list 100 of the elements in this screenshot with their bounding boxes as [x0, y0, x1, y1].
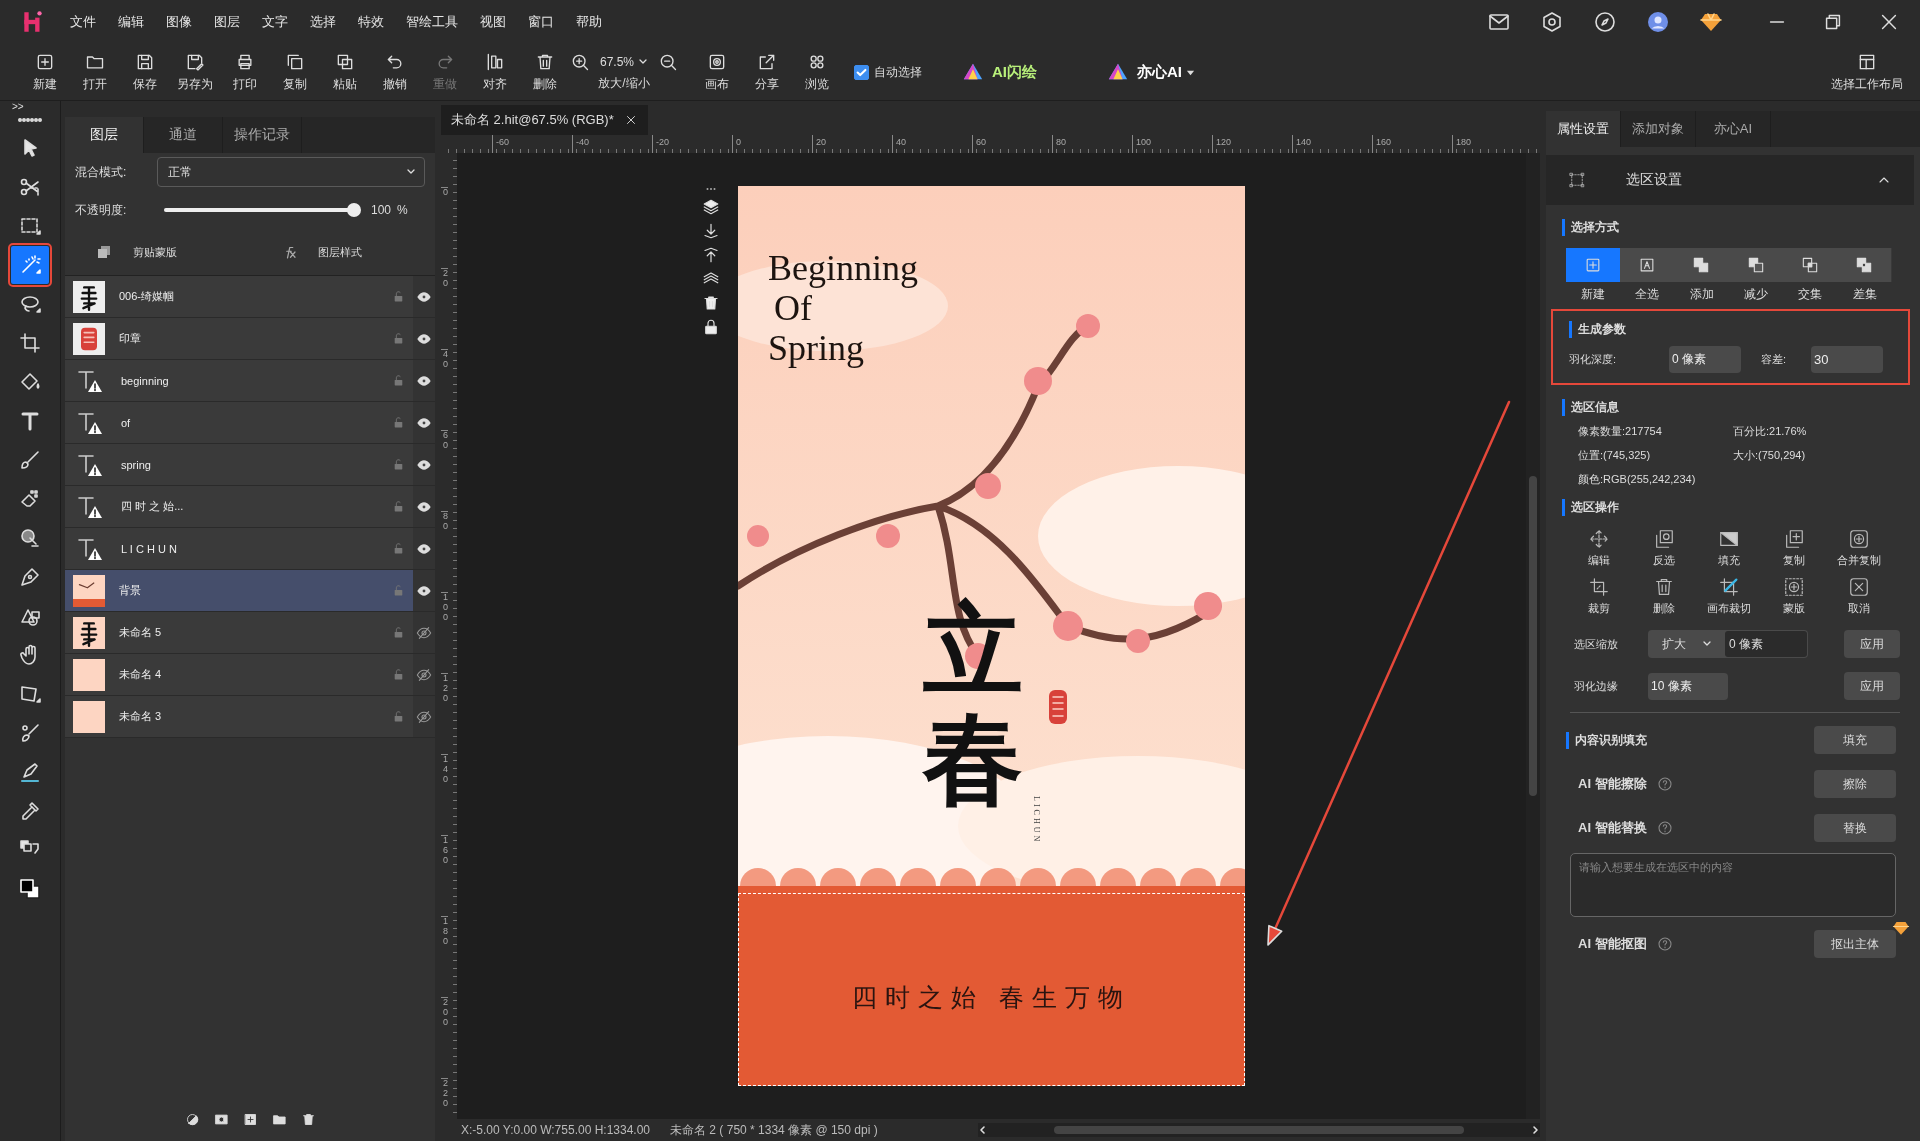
selection-action-button[interactable]: 复制: [1761, 528, 1826, 568]
selection-mode-button[interactable]: [1837, 248, 1893, 282]
layer-row[interactable]: of: [65, 402, 435, 444]
panel-tab[interactable]: 添加对象: [1621, 111, 1696, 147]
auto-select-checkbox[interactable]: 自动选择: [854, 63, 923, 81]
layers-icon[interactable]: [702, 198, 720, 216]
help-icon[interactable]: [1656, 776, 1673, 792]
apply-button[interactable]: 应用: [1844, 630, 1900, 658]
avatar-icon[interactable]: [1646, 10, 1670, 34]
menu-item[interactable]: 图层: [214, 13, 240, 31]
selection-action-button[interactable]: 合并复制: [1826, 528, 1891, 568]
layer-style-button[interactable]: 图层样式: [250, 243, 435, 261]
toolbar-button[interactable]: 保存: [120, 51, 170, 93]
folder-icon[interactable]: [271, 1112, 287, 1127]
apply-button[interactable]: 应用: [1844, 672, 1900, 700]
selection-action-button[interactable]: 裁剪: [1566, 576, 1631, 616]
trash-icon[interactable]: [702, 294, 720, 312]
feather-edge-field[interactable]: 10 像素: [1648, 672, 1728, 700]
help-icon[interactable]: [1656, 936, 1673, 952]
ai-flash-button[interactable]: AI闪绘: [962, 61, 1038, 83]
menu-item[interactable]: 选择: [310, 13, 336, 31]
chevron-right-icon[interactable]: [1530, 1125, 1540, 1135]
selection-action-button[interactable]: 蒙版: [1761, 576, 1826, 616]
toolbar-button[interactable]: 打印: [220, 51, 270, 93]
toolbar-button[interactable]: 粘贴: [320, 51, 370, 93]
panel-tab[interactable]: 属性设置: [1546, 111, 1621, 147]
selection-action-button[interactable]: 反选: [1631, 528, 1696, 568]
layer-row[interactable]: 未命名 5: [65, 612, 435, 654]
toolbar-button[interactable]: 分享: [742, 51, 793, 93]
workspace-layout-button[interactable]: 选择工作布局: [1822, 51, 1912, 93]
zoom-dropdown[interactable]: 67.5%: [600, 55, 649, 69]
section-header[interactable]: 选区设置: [1546, 155, 1914, 205]
layer-row[interactable]: 背景: [65, 570, 435, 612]
selection-mode-button[interactable]: [1565, 248, 1621, 282]
layer-row[interactable]: L I C H U N: [65, 528, 435, 570]
cutout-button[interactable]: 抠出主体: [1814, 930, 1896, 958]
vertical-scrollbar[interactable]: [1526, 153, 1540, 1119]
zoom-out-icon[interactable]: [658, 52, 679, 72]
toolbar-button[interactable]: 复制: [270, 51, 320, 93]
ai-action-button[interactable]: 擦除: [1814, 770, 1896, 798]
selection-action-button[interactable]: 取消: [1826, 576, 1891, 616]
feather-depth-field[interactable]: 0 像素: [1669, 346, 1741, 373]
toolbar-button[interactable]: 对齐: [470, 51, 520, 93]
add-layer-icon[interactable]: [242, 1112, 258, 1127]
slider-thumb[interactable]: [347, 203, 361, 217]
layer-row[interactable]: beginning: [65, 360, 435, 402]
toolbar-button[interactable]: 删除: [520, 51, 570, 93]
selection-scale-control[interactable]: 扩大 0 像素: [1648, 630, 1808, 658]
toolbar-button[interactable]: 画布: [692, 51, 743, 93]
compass-icon[interactable]: [1593, 10, 1617, 34]
horizontal-scrollbar[interactable]: [977, 1123, 1540, 1137]
layer-row[interactable]: 006-绮媒帼: [65, 276, 435, 318]
document-tab[interactable]: 未命名 2.hit@67.5% (RGB)*: [441, 105, 648, 135]
eye-hidden-icon[interactable]: [416, 666, 432, 683]
toolbar-button[interactable]: 另存为: [170, 51, 220, 93]
selection-mode-button[interactable]: [1619, 248, 1676, 282]
menu-item[interactable]: 编辑: [118, 13, 144, 31]
panel-tab[interactable]: 操作记录: [223, 117, 302, 153]
panel-tab[interactable]: 通道: [144, 117, 223, 153]
menu-item[interactable]: 智绘工具: [406, 13, 458, 31]
selection-action-button[interactable]: 删除: [1631, 576, 1696, 616]
selection-action-button[interactable]: 画布裁切: [1696, 576, 1761, 616]
settings-icon[interactable]: [1540, 10, 1564, 34]
menu-item[interactable]: 帮助: [576, 13, 602, 31]
trash-icon[interactable]: [300, 1112, 316, 1127]
lock-icon[interactable]: [702, 318, 720, 336]
toolbar-button[interactable]: 撤销: [370, 51, 420, 93]
clipping-mask-button[interactable]: 剪贴蒙版: [65, 243, 250, 261]
menu-item[interactable]: 文字: [262, 13, 288, 31]
zoom-in-icon[interactable]: [570, 52, 590, 72]
blend-mode-dropdown[interactable]: 正常: [157, 157, 425, 187]
panel-tab[interactable]: 亦心AI: [1696, 111, 1771, 147]
half-circle-icon[interactable]: [184, 1112, 200, 1127]
layer-row[interactable]: 未命名 3: [65, 696, 435, 738]
mask-icon[interactable]: [213, 1112, 229, 1127]
menu-item[interactable]: 窗口: [528, 13, 554, 31]
menu-item[interactable]: 文件: [70, 13, 96, 31]
layer-row[interactable]: 印章: [65, 318, 435, 360]
ai-assistant-button[interactable]: 亦心AI: [1107, 61, 1196, 83]
prompt-input[interactable]: 请输入想要生成在选区中的内容: [1570, 853, 1896, 917]
layer-row[interactable]: 未命名 4: [65, 654, 435, 696]
help-icon[interactable]: [1656, 820, 1673, 836]
layer-row[interactable]: spring: [65, 444, 435, 486]
eye-hidden-icon[interactable]: [416, 624, 432, 641]
panel-toggle[interactable]: >>: [12, 101, 24, 113]
toolbar-button[interactable]: 打开: [70, 51, 120, 93]
tolerance-field[interactable]: 30: [1811, 346, 1883, 373]
chevron-left-icon[interactable]: [977, 1125, 988, 1135]
menu-item[interactable]: 视图: [480, 13, 506, 31]
eye-hidden-icon[interactable]: [416, 708, 432, 725]
move-down-icon[interactable]: [702, 222, 720, 240]
selection-action-button[interactable]: 编辑: [1566, 528, 1631, 568]
ai-action-button[interactable]: 替换: [1814, 814, 1896, 842]
panel-tab[interactable]: 图层: [65, 117, 144, 153]
move-up-icon[interactable]: [702, 246, 720, 264]
toolbar-button[interactable]: 新建: [20, 51, 70, 93]
selection-action-button[interactable]: 填充: [1696, 528, 1761, 568]
toolbar-button[interactable]: 浏览: [792, 51, 843, 93]
menu-item[interactable]: 图像: [166, 13, 192, 31]
layer-row[interactable]: 四 时 之 始...: [65, 486, 435, 528]
